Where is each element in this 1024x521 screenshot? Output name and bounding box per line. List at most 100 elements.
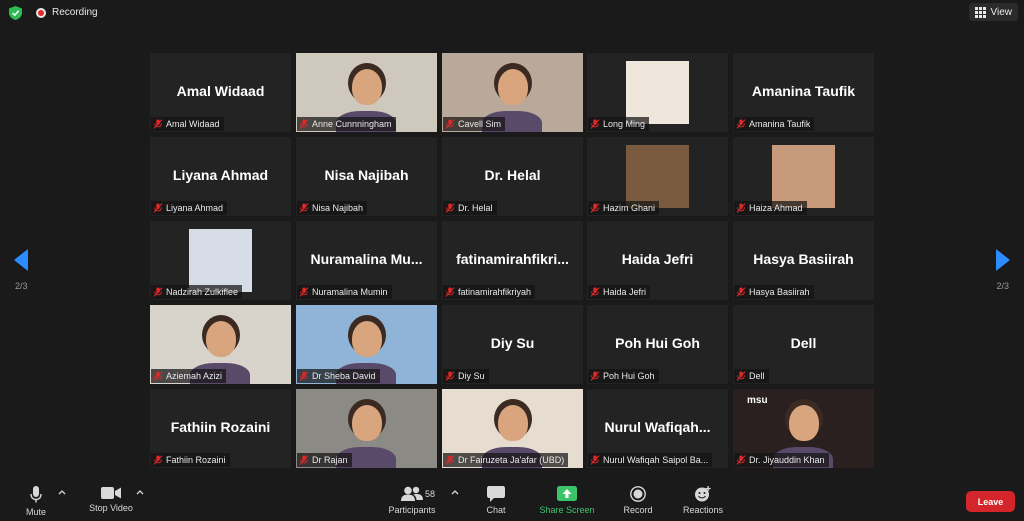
reactions-button[interactable]: Reactions (680, 477, 726, 521)
participant-name: Anne Cunnningham (312, 119, 392, 129)
microphone-muted-icon (445, 455, 455, 465)
microphone-muted-icon (736, 203, 746, 213)
participant-tile[interactable]: Haiza Ahmad (733, 137, 874, 216)
record-icon (630, 486, 646, 502)
participant-name-label: Dr. Jiyauddin Khan (734, 453, 829, 467)
participant-tile[interactable]: Nuramalina Mu... Nuramalina Mumin (296, 221, 437, 300)
participant-tile[interactable]: Cavell Sim (442, 53, 583, 132)
video-options-chevron-icon[interactable] (136, 489, 144, 495)
participant-display-name: Nurul Wafiqah... (604, 419, 711, 435)
microphone-muted-icon (153, 371, 163, 381)
microphone-muted-icon (590, 287, 600, 297)
record-button[interactable]: Record (620, 477, 656, 521)
video-gallery: Amal Widaad Amal Widaad Anne Cunnningham Ca… (150, 53, 876, 469)
participant-name: Amal Widaad (166, 119, 220, 129)
participant-name-label: Dr Sheba David (297, 369, 380, 383)
microphone-muted-icon (445, 371, 455, 381)
next-page-arrow-icon[interactable] (996, 249, 1010, 271)
participant-name-label: fatinamirahfikriyah (443, 285, 536, 299)
participant-name: Nurul Wafiqah Saipol Ba... (603, 455, 709, 465)
share-screen-button[interactable]: Share Screen (535, 477, 599, 521)
participant-display-name: Liyana Ahmad (172, 167, 269, 183)
participant-tile[interactable]: Hazim Ghani (587, 137, 728, 216)
participants-label: Participants (388, 505, 436, 515)
participant-name-label: Dr. Helal (443, 201, 497, 215)
mute-button[interactable]: Mute (22, 477, 50, 521)
participant-tile[interactable]: Amanina Taufik Amanina Taufik (733, 53, 874, 132)
participant-tile[interactable]: Dr Rajan (296, 389, 437, 468)
participants-button[interactable]: Participants (383, 477, 441, 521)
participant-tile[interactable]: Diy Su Diy Su (442, 305, 583, 384)
meeting-top-bar: Recording View (0, 0, 1024, 26)
participant-tile[interactable]: Nurul Wafiqah... Nurul Wafiqah Saipol Ba.… (587, 389, 728, 468)
microphone-muted-icon (590, 455, 600, 465)
participant-tile[interactable]: Anne Cunnningham (296, 53, 437, 132)
chat-button[interactable]: Chat (482, 477, 510, 521)
participant-display-name: Haida Jefri (621, 251, 694, 267)
msu-logo-text: msu (747, 395, 768, 406)
participant-display-name: Fathiin Rozaini (170, 419, 271, 435)
participant-display-name: Nisa Najibah (324, 167, 409, 183)
participant-name: Dr. Helal (458, 203, 493, 213)
participant-name: Fathiin Rozaini (166, 455, 226, 465)
microphone-muted-icon (590, 119, 600, 129)
share-screen-arrow-icon (557, 486, 577, 501)
participant-display-name: Poh Hui Goh (615, 335, 700, 351)
recording-label: Recording (52, 7, 98, 18)
microphone-muted-icon (299, 287, 309, 297)
participant-tile[interactable]: Nadzirah Zulkiflee (150, 221, 291, 300)
stop-video-button[interactable]: Stop Video (84, 477, 138, 521)
participant-name-label: Amal Widaad (151, 117, 224, 131)
participant-name-label: Hasya Basiirah (734, 285, 814, 299)
participant-name: fatinamirahfikriyah (458, 287, 532, 297)
participant-tile[interactable]: Aziemah Azizi (150, 305, 291, 384)
microphone-muted-icon (299, 455, 309, 465)
stop-video-label: Stop Video (89, 503, 133, 513)
microphone-muted-icon (736, 455, 746, 465)
microphone-muted-icon (299, 371, 309, 381)
recording-indicator[interactable]: Recording (36, 7, 98, 18)
participant-name-label: Dell (734, 369, 769, 383)
participant-tile[interactable]: Long Ming (587, 53, 728, 132)
participant-name: Diy Su (458, 371, 485, 381)
participant-name-label: Dr Fairuzeta Ja'afar (UBD) (443, 453, 569, 467)
microphone-muted-icon (153, 119, 163, 129)
audio-options-chevron-icon[interactable] (58, 489, 66, 495)
previous-page-arrow-icon[interactable] (14, 249, 28, 271)
participant-tile[interactable]: Amal Widaad Amal Widaad (150, 53, 291, 132)
leave-button[interactable]: Leave (966, 491, 1015, 512)
participant-name-label: Haida Jefri (588, 285, 651, 299)
participant-tile[interactable]: Nisa Najibah Nisa Najibah (296, 137, 437, 216)
share-screen-label: Share Screen (539, 505, 595, 515)
participants-options-chevron-icon[interactable] (451, 489, 459, 495)
participant-tile[interactable]: Dr Sheba David (296, 305, 437, 384)
participant-name-label: Haiza Ahmad (734, 201, 807, 215)
participant-tile[interactable]: Poh Hui Goh Poh Hui Goh (587, 305, 728, 384)
shield-check-icon[interactable] (9, 6, 22, 20)
participant-name: Hazim Ghani (603, 203, 656, 213)
participant-display-name: fatinamirahfikri... (456, 251, 569, 267)
participant-name: Dr Fairuzeta Ja'afar (UBD) (458, 455, 565, 465)
participant-tile[interactable]: Hasya Basiirah Hasya Basiirah (733, 221, 874, 300)
microphone-muted-icon (736, 287, 746, 297)
participant-tile[interactable]: Dell Dell (733, 305, 874, 384)
microphone-icon (30, 486, 42, 503)
participant-tile[interactable]: Fathiin Rozaini Fathiin Rozaini (150, 389, 291, 468)
participant-tile[interactable]: Liyana Ahmad Liyana Ahmad (150, 137, 291, 216)
participants-icon (401, 486, 423, 501)
participant-tile[interactable]: Dr. Jiyauddin Khan msu (733, 389, 874, 468)
participant-tile[interactable]: fatinamirahfikri... fatinamirahfikriyah (442, 221, 583, 300)
participant-name-label: Amanina Taufik (734, 117, 815, 131)
participant-tile[interactable]: Haida Jefri Haida Jefri (587, 221, 728, 300)
view-button[interactable]: View (968, 3, 1018, 21)
participant-name: Haida Jefri (603, 287, 647, 297)
participant-name-label: Poh Hui Goh (588, 369, 659, 383)
microphone-muted-icon (299, 203, 309, 213)
participant-name-label: Nadzirah Zulkiflee (151, 285, 243, 299)
participant-name: Long Ming (603, 119, 646, 129)
microphone-muted-icon (153, 455, 163, 465)
participant-tile[interactable]: Dr Fairuzeta Ja'afar (UBD) (442, 389, 583, 468)
grid-view-icon (974, 6, 986, 18)
participant-tile[interactable]: Dr. Helal Dr. Helal (442, 137, 583, 216)
microphone-muted-icon (445, 287, 455, 297)
